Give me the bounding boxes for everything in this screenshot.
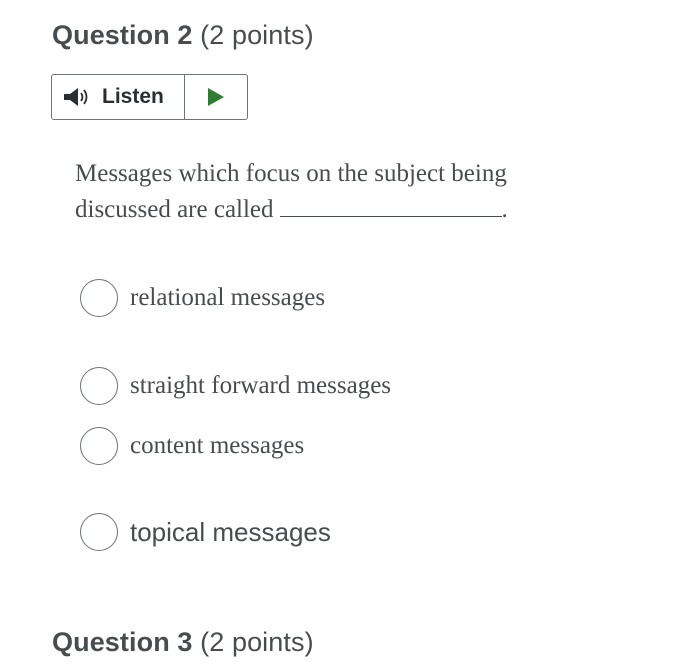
question-2-points: (2 points)	[200, 20, 314, 50]
answer-option-topical[interactable]: topical messages	[80, 513, 331, 551]
radio-button[interactable]	[80, 513, 118, 551]
play-button[interactable]	[185, 75, 247, 119]
answer-option-label: topical messages	[130, 516, 331, 547]
question-2-title: Question 2	[52, 20, 193, 50]
answer-option-label: straight forward messages	[130, 372, 392, 399]
read-aloud-toolbar: Listen	[51, 74, 248, 120]
answer-option-relational[interactable]: relational messages	[80, 279, 325, 317]
play-icon	[206, 86, 226, 108]
answer-blank	[279, 194, 502, 217]
radio-button[interactable]	[80, 367, 118, 405]
listen-button[interactable]: Listen	[52, 75, 185, 119]
answer-option-straight-forward[interactable]: straight forward messages	[80, 367, 391, 405]
radio-button[interactable]	[80, 279, 118, 317]
listen-label: Listen	[102, 85, 164, 108]
radio-button[interactable]	[80, 427, 118, 465]
question-prompt-period: .	[501, 196, 508, 223]
answer-option-label: content messages	[130, 432, 305, 459]
question-3-title: Question 3	[52, 627, 193, 657]
question-2-heading: Question 2 (2 points)	[52, 20, 314, 51]
question-3-points: (2 points)	[200, 627, 314, 657]
speaker-icon	[63, 86, 93, 108]
answer-option-label: relational messages	[130, 284, 326, 311]
answer-option-content[interactable]: content messages	[80, 427, 304, 465]
question-prompt: Messages which focus on the subject bein…	[75, 156, 595, 228]
question-3-heading: Question 3 (2 points)	[52, 627, 314, 658]
